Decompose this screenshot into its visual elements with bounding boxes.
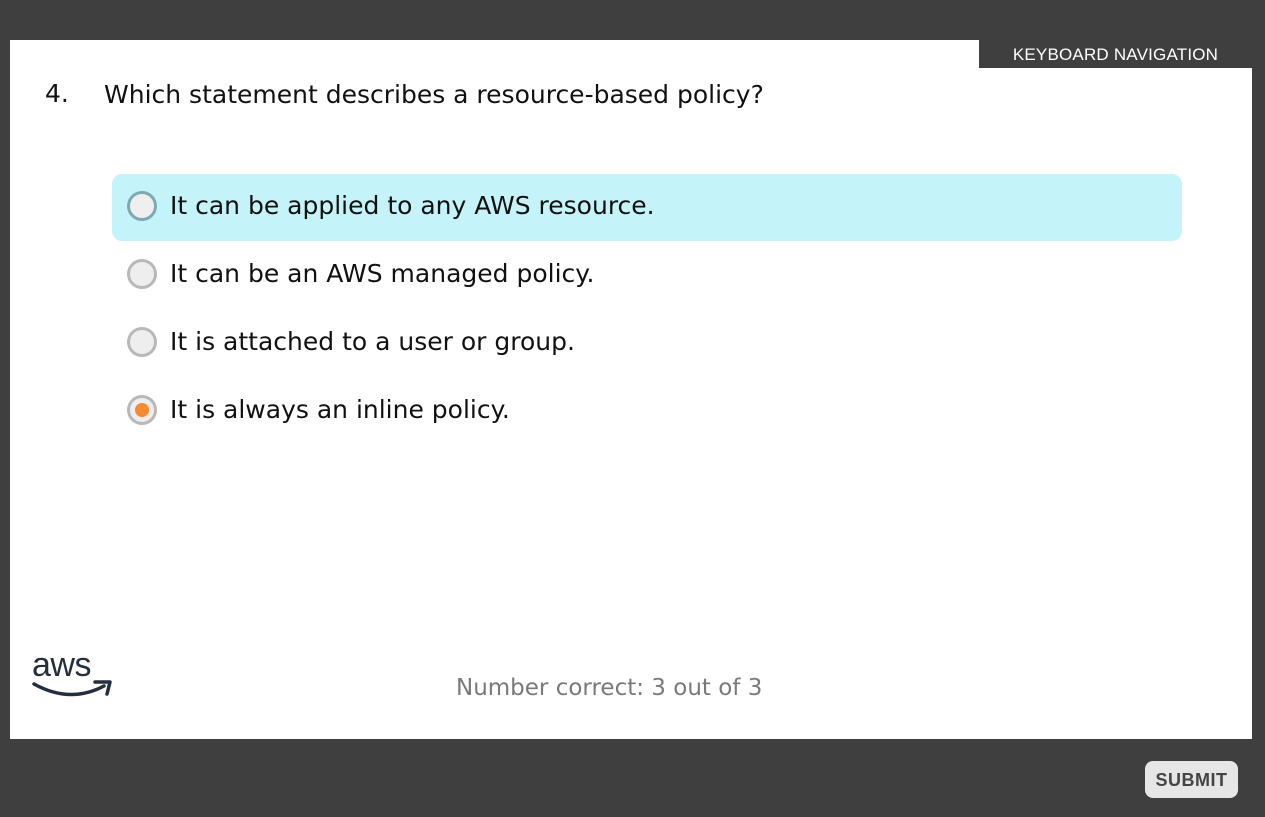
- answer-option-label: It is always an inline policy.: [170, 395, 510, 424]
- keyboard-navigation-button[interactable]: KEYBOARD NAVIGATION: [979, 40, 1252, 68]
- quiz-slide: KEYBOARD NAVIGATION 4. Which statement d…: [10, 40, 1252, 739]
- radio-button-1[interactable]: [127, 191, 157, 221]
- answer-option-label: It is attached to a user or group.: [170, 327, 575, 356]
- answer-option-2[interactable]: It can be an AWS managed policy.: [112, 242, 1182, 309]
- quiz-stage: KEYBOARD NAVIGATION 4. Which statement d…: [0, 0, 1265, 817]
- radio-selected-dot: [135, 403, 149, 417]
- submit-button[interactable]: SUBMIT: [1145, 761, 1238, 798]
- answer-option-1[interactable]: It can be applied to any AWS resource.: [112, 174, 1182, 241]
- answer-option-3[interactable]: It is attached to a user or group.: [112, 310, 1182, 377]
- radio-button-2[interactable]: [127, 259, 157, 289]
- score-text: Number correct: 3 out of 3: [456, 675, 763, 701]
- answer-option-4[interactable]: It is always an inline policy.: [112, 378, 1182, 445]
- aws-logo: aws: [32, 646, 114, 706]
- answer-option-label: It can be an AWS managed policy.: [170, 259, 595, 288]
- question-text: Which statement describes a resource-bas…: [104, 80, 764, 109]
- answer-option-label: It can be applied to any AWS resource.: [170, 191, 655, 220]
- answer-options: It can be applied to any AWS resource. I…: [112, 174, 1182, 446]
- aws-smile-arrow-icon: [32, 680, 112, 697]
- radio-button-4[interactable]: [127, 395, 157, 425]
- question-number: 4.: [45, 79, 69, 108]
- radio-button-3[interactable]: [127, 327, 157, 357]
